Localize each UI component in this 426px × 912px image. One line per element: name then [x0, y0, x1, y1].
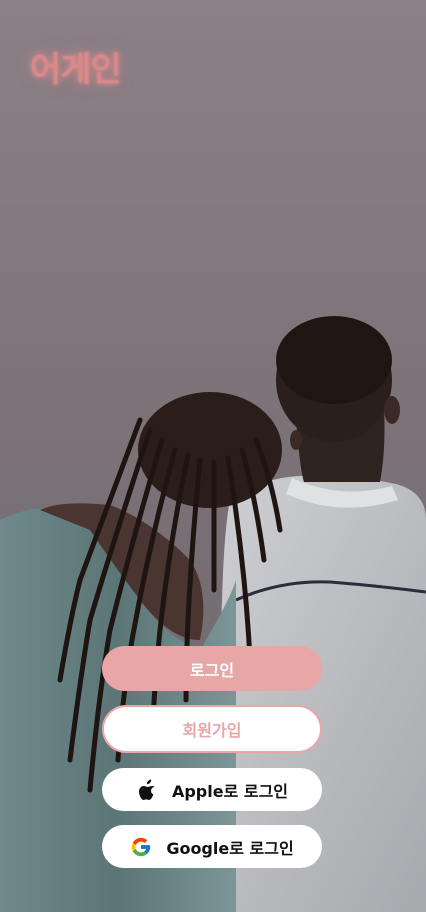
apple-login-button[interactable]: Apple로 로그인: [102, 768, 322, 811]
apple-logo-icon: [136, 779, 158, 801]
login-button-label: 로그인: [189, 660, 235, 680]
signup-button[interactable]: 회원가입: [102, 705, 322, 753]
google-logo-icon: [130, 836, 152, 858]
signup-button-label: 회원가입: [182, 721, 242, 740]
apple-login-label: Apple로 로그인: [171, 781, 289, 801]
app-logo: 어게인: [30, 50, 122, 90]
google-login-button[interactable]: Google로 로그인: [102, 825, 322, 868]
login-screen: 어게인 로그인 회원가입 Apple로 로그인 Google로 로그인: [0, 0, 426, 912]
login-button[interactable]: 로그인: [102, 646, 322, 691]
google-login-label: Google로 로그인: [166, 838, 294, 858]
